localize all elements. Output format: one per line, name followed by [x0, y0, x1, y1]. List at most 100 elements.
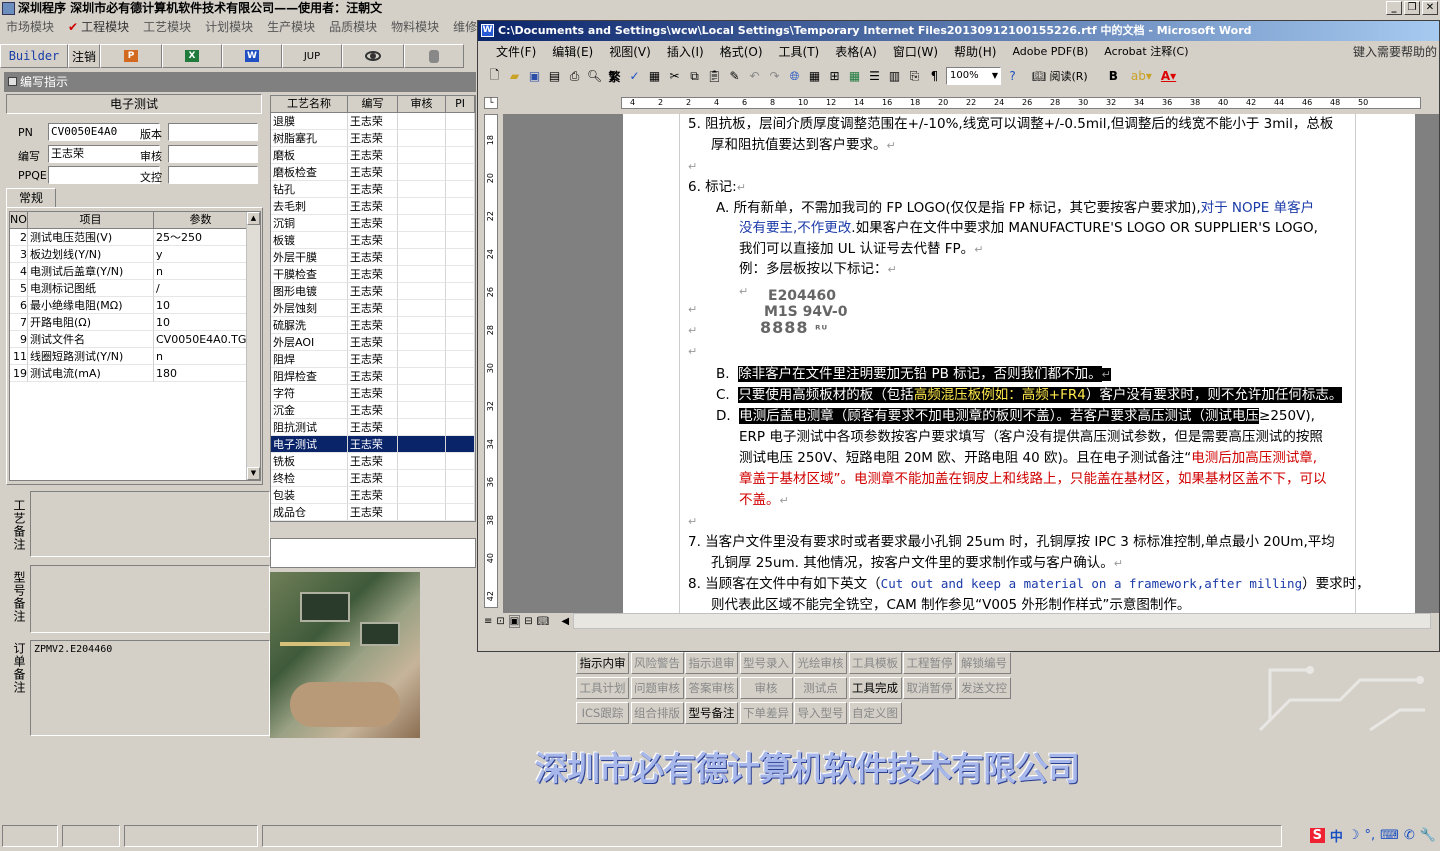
menu-item[interactable]: 品质模块	[329, 17, 377, 37]
tables-icon[interactable]: ▦	[806, 68, 823, 85]
process-row[interactable]: 成品仓 王志荣	[271, 504, 475, 521]
builder-button[interactable]: Builder	[0, 44, 68, 68]
process-row[interactable]: 阻焊 王志荣	[271, 351, 475, 368]
process-row[interactable]: 沉铜 王志荣	[271, 215, 475, 232]
new-icon[interactable]: 🗋	[486, 68, 503, 85]
word-menu-item[interactable]: 工具(T)	[779, 42, 820, 62]
action-button[interactable]: 组合排版	[630, 702, 684, 724]
word-menu-item[interactable]: 表格(A)	[835, 42, 877, 62]
action-button[interactable]: 型号备注	[685, 702, 738, 724]
process-row[interactable]: 板镀 王志荣	[271, 232, 475, 249]
action-button[interactable]: 审核Nope	[739, 677, 793, 715]
order-note-field[interactable]: ZPMV2.E204460	[30, 640, 270, 736]
tab-selector[interactable]: └	[484, 97, 498, 109]
action-button[interactable]: 解锁编号	[957, 652, 1011, 674]
word-button[interactable]: W	[222, 44, 282, 68]
excel-button[interactable]: X	[162, 44, 222, 68]
param-row[interactable]: 5 电测标记图纸 /	[10, 280, 260, 297]
word-menu-item[interactable]: Adobe PDF(B)	[1012, 42, 1088, 62]
outline-view-icon[interactable]: ⊟	[524, 616, 532, 627]
bold-icon[interactable]: B	[1109, 69, 1118, 83]
menu-item[interactable]: 计划模块	[205, 17, 253, 37]
process-row[interactable]: 外层蚀刻 王志荣	[271, 300, 475, 317]
process-row[interactable]: 沉金 王志荣	[271, 402, 475, 419]
horizontal-ruler[interactable]: 4 2 2 4 6 8 10 12 14 16 18 20 22 24 26 28 30 32 34 36 38 40 42…	[621, 97, 1421, 109]
view-button[interactable]	[342, 44, 404, 68]
redo-icon[interactable]: ↷	[766, 68, 783, 85]
action-button[interactable]: 答案审核	[685, 677, 738, 699]
read-button[interactable]: 📖︎ 阅读(R)	[1032, 68, 1088, 84]
spell-icon[interactable]: ✓	[626, 68, 643, 85]
print-icon[interactable]: ⎙	[566, 68, 583, 85]
action-button[interactable]: 型号录入	[739, 652, 793, 674]
skin-icon[interactable]: ✆	[1404, 828, 1415, 843]
restore-button[interactable]: ❐	[1404, 1, 1420, 15]
save-icon[interactable]: ▣	[526, 68, 543, 85]
cut-icon[interactable]: ✂	[666, 68, 683, 85]
process-row[interactable]: 退膜 王志荣	[271, 113, 475, 130]
action-button[interactable]: 工程暂停	[903, 652, 956, 674]
param-grid[interactable]: NO 项目 参数 2 测试电压范围(V) 25～250 3 板边划线(Y/N) y 4 电测试…	[9, 211, 261, 481]
process-row[interactable]: 阻抗测试 王志荣	[271, 419, 475, 436]
moon-icon[interactable]: ☽	[1348, 828, 1360, 843]
action-button[interactable]: ICS跟踪	[576, 702, 629, 724]
research-icon[interactable]: ▦	[646, 68, 663, 85]
action-button[interactable]: 光绘审核	[794, 652, 847, 674]
powerpoint-button[interactable]: P	[100, 44, 162, 68]
param-row[interactable]: 3 板边划线(Y/N) y	[10, 246, 260, 263]
database-button[interactable]	[404, 44, 464, 68]
font-color-icon[interactable]: A▾	[1161, 69, 1176, 83]
menu-item[interactable]: 生产模块	[267, 17, 315, 37]
hyperlink-icon[interactable]: 🌐︎	[786, 68, 803, 85]
process-row[interactable]: 外层干膜 王志荣	[271, 249, 475, 266]
param-row[interactable]: 4 电测试后盖章(Y/N) n	[10, 263, 260, 280]
param-scrollbar[interactable]: ▲ ▼	[246, 212, 260, 480]
process-row[interactable]: 钻孔 王志荣	[271, 181, 475, 198]
action-button[interactable]: 问题审核	[630, 677, 684, 699]
traditional-icon[interactable]: 繁	[606, 68, 623, 85]
open-icon[interactable]: ▰	[506, 68, 523, 85]
process-input[interactable]	[270, 538, 476, 568]
action-button[interactable]: 指示内审	[576, 652, 629, 674]
menu-item[interactable]: 物料模块	[391, 17, 439, 37]
insert-table-icon[interactable]: ⊞	[826, 68, 843, 85]
print-view-icon[interactable]: ▣	[508, 614, 521, 628]
word-menu-item[interactable]: 格式(O)	[720, 42, 763, 62]
process-row[interactable]: 电子测试 王志荣	[271, 436, 475, 453]
jup-button[interactable]: JUP	[282, 44, 342, 68]
close-button[interactable]: ✕	[1422, 1, 1438, 15]
action-button[interactable]: 工具完成	[848, 677, 902, 699]
process-row[interactable]: 铣板 王志荣	[271, 453, 475, 470]
horizontal-scrollbar[interactable]	[573, 613, 1431, 629]
action-button[interactable]: 风险警告	[630, 652, 684, 674]
word-menu-item[interactable]: 编辑(E)	[552, 42, 593, 62]
action-button[interactable]: 发送文控	[957, 677, 1011, 699]
action-button[interactable]: 取消暂停	[903, 677, 956, 699]
scroll-left-icon[interactable]: ◀	[561, 616, 569, 627]
columns-icon[interactable]: ☰	[866, 68, 883, 85]
permission-icon[interactable]: ▤	[546, 68, 563, 85]
process-row[interactable]: 磨板 王志荣	[271, 147, 475, 164]
process-row[interactable]: 终检 王志荣	[271, 470, 475, 487]
word-menu-item[interactable]: 窗口(W)	[893, 42, 938, 62]
excel-sheet-icon[interactable]: ▦	[846, 68, 863, 85]
process-row[interactable]: 字符 王志荣	[271, 385, 475, 402]
process-row[interactable]: 图形电镀 王志荣	[271, 283, 475, 300]
menu-item[interactable]: 工艺模块	[143, 17, 191, 37]
version-field[interactable]	[168, 123, 258, 141]
word-menu-item[interactable]: 文件(F)	[496, 42, 536, 62]
word-menu-item[interactable]: 帮助(H)	[954, 42, 996, 62]
process-row[interactable]: 干膜检查 王志荣	[271, 266, 475, 283]
process-list[interactable]: 工艺名称 编写 审核 PI 退膜 王志荣 树脂塞孔 王志荣 磨板 王志荣 磨板检查 王志荣 钻孔…	[270, 95, 476, 522]
process-row[interactable]: 外层AOI 王志荣	[271, 334, 475, 351]
drawing-icon[interactable]: ▥	[886, 68, 903, 85]
action-button[interactable]: 工具计划	[576, 677, 629, 699]
param-row[interactable]: 11 线圈短路测试(Y/N) n	[10, 348, 260, 365]
param-row[interactable]: 9 测试文件名 CV0050E4A0.TGZ	[10, 331, 260, 348]
param-row[interactable]: 2 测试电压范围(V) 25～250	[10, 229, 260, 246]
param-row[interactable]: 7 开路电阻(Ω) 10	[10, 314, 260, 331]
sogou-icon[interactable]: S	[1309, 828, 1325, 843]
minimize-button[interactable]: _	[1386, 1, 1402, 15]
tools-icon[interactable]: 🔧	[1420, 828, 1436, 843]
action-button[interactable]: 导入型号	[794, 702, 847, 724]
